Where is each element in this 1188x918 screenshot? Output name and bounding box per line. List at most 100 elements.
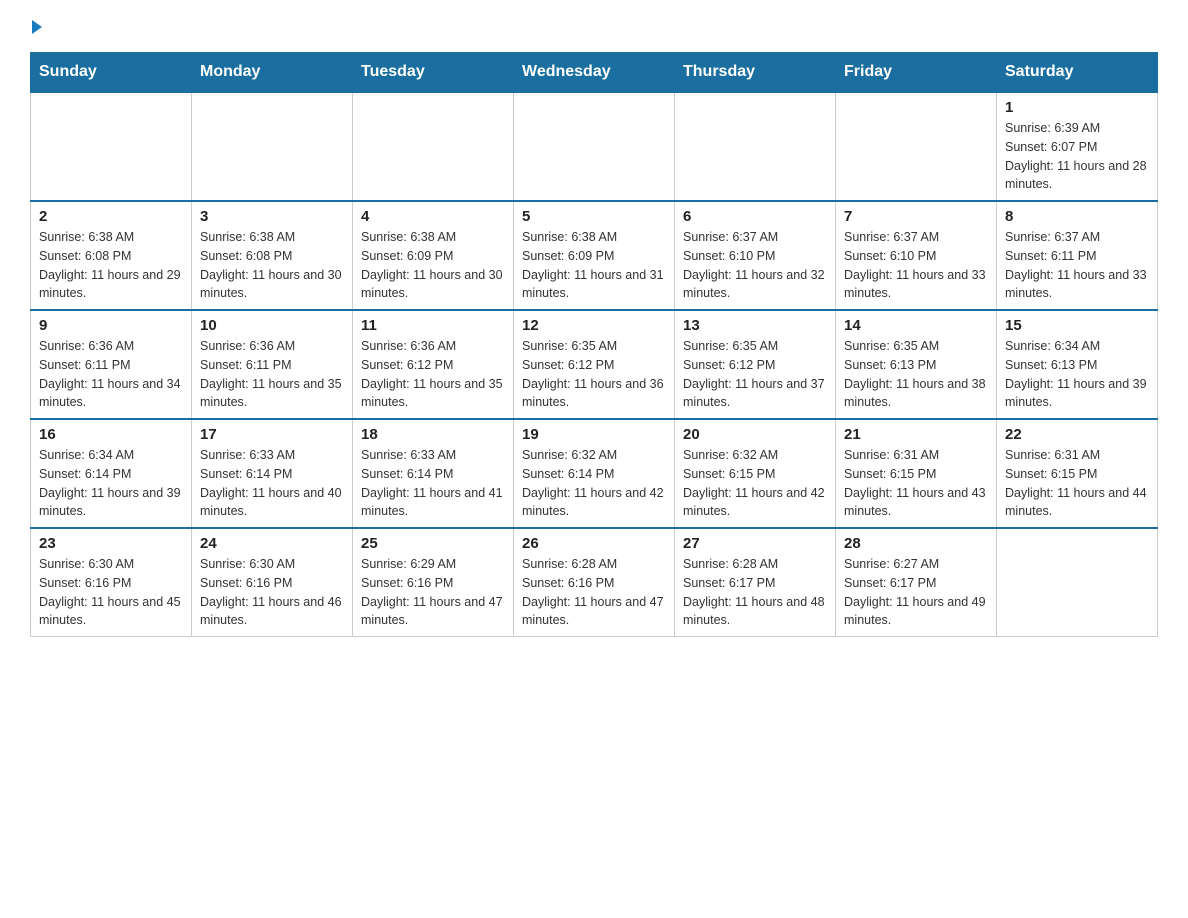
calendar-cell: 25 Sunrise: 6:29 AMSunset: 6:16 PMDayligh… [353, 528, 514, 637]
calendar-cell: 5 Sunrise: 6:38 AMSunset: 6:09 PMDaylight… [514, 201, 675, 310]
day-number: 2 [39, 208, 183, 225]
day-number: 19 [522, 426, 666, 443]
calendar-table: SundayMondayTuesdayWednesdayThursdayFrid… [30, 52, 1158, 637]
day-info: Sunrise: 6:35 AMSunset: 6:12 PMDaylight:… [522, 337, 666, 412]
day-info: Sunrise: 6:30 AMSunset: 6:16 PMDaylight:… [200, 555, 344, 630]
calendar-cell: 26 Sunrise: 6:28 AMSunset: 6:16 PMDayligh… [514, 528, 675, 637]
day-info: Sunrise: 6:34 AMSunset: 6:14 PMDaylight:… [39, 446, 183, 521]
calendar-cell: 12 Sunrise: 6:35 AMSunset: 6:12 PMDayligh… [514, 310, 675, 419]
day-number: 12 [522, 317, 666, 334]
calendar-week-row: 16 Sunrise: 6:34 AMSunset: 6:14 PMDayligh… [31, 419, 1158, 528]
day-number: 24 [200, 535, 344, 552]
calendar-cell: 10 Sunrise: 6:36 AMSunset: 6:11 PMDayligh… [192, 310, 353, 419]
calendar-cell: 13 Sunrise: 6:35 AMSunset: 6:12 PMDayligh… [675, 310, 836, 419]
day-info: Sunrise: 6:38 AMSunset: 6:08 PMDaylight:… [200, 228, 344, 303]
day-number: 3 [200, 208, 344, 225]
day-info: Sunrise: 6:35 AMSunset: 6:13 PMDaylight:… [844, 337, 988, 412]
column-header-wednesday: Wednesday [514, 53, 675, 93]
calendar-cell: 3 Sunrise: 6:38 AMSunset: 6:08 PMDaylight… [192, 201, 353, 310]
day-info: Sunrise: 6:28 AMSunset: 6:16 PMDaylight:… [522, 555, 666, 630]
day-info: Sunrise: 6:29 AMSunset: 6:16 PMDaylight:… [361, 555, 505, 630]
day-info: Sunrise: 6:27 AMSunset: 6:17 PMDaylight:… [844, 555, 988, 630]
day-number: 11 [361, 317, 505, 334]
calendar-header-row: SundayMondayTuesdayWednesdayThursdayFrid… [31, 53, 1158, 93]
calendar-cell [31, 92, 192, 201]
day-number: 8 [1005, 208, 1149, 225]
calendar-cell: 28 Sunrise: 6:27 AMSunset: 6:17 PMDayligh… [836, 528, 997, 637]
calendar-cell: 18Sunrise: 6:33 AMSunset: 6:14 PMDayligh… [353, 419, 514, 528]
calendar-cell [675, 92, 836, 201]
calendar-cell: 17 Sunrise: 6:33 AMSunset: 6:14 PMDayligh… [192, 419, 353, 528]
calendar-cell [836, 92, 997, 201]
day-number: 4 [361, 208, 505, 225]
day-info: Sunrise: 6:36 AMSunset: 6:12 PMDaylight:… [361, 337, 505, 412]
calendar-cell: 7 Sunrise: 6:37 AMSunset: 6:10 PMDaylight… [836, 201, 997, 310]
calendar-cell: 21 Sunrise: 6:31 AMSunset: 6:15 PMDayligh… [836, 419, 997, 528]
day-number: 17 [200, 426, 344, 443]
calendar-cell: 24 Sunrise: 6:30 AMSunset: 6:16 PMDayligh… [192, 528, 353, 637]
day-info: Sunrise: 6:30 AMSunset: 6:16 PMDaylight:… [39, 555, 183, 630]
day-info: Sunrise: 6:32 AMSunset: 6:14 PMDaylight:… [522, 446, 666, 521]
day-number: 28 [844, 535, 988, 552]
day-number: 6 [683, 208, 827, 225]
day-number: 10 [200, 317, 344, 334]
day-number: 25 [361, 535, 505, 552]
page-header [30, 20, 1158, 42]
calendar-cell [192, 92, 353, 201]
day-info: Sunrise: 6:33 AMSunset: 6:14 PMDaylight:… [361, 446, 505, 521]
day-number: 5 [522, 208, 666, 225]
day-info: Sunrise: 6:28 AMSunset: 6:17 PMDaylight:… [683, 555, 827, 630]
day-number: 1 [1005, 99, 1149, 116]
calendar-cell: 15Sunrise: 6:34 AMSunset: 6:13 PMDayligh… [997, 310, 1158, 419]
day-info: Sunrise: 6:39 AMSunset: 6:07 PMDaylight:… [1005, 119, 1149, 194]
day-number: 20 [683, 426, 827, 443]
day-number: 21 [844, 426, 988, 443]
calendar-cell: 22 Sunrise: 6:31 AMSunset: 6:15 PMDayligh… [997, 419, 1158, 528]
day-number: 22 [1005, 426, 1149, 443]
day-info: Sunrise: 6:35 AMSunset: 6:12 PMDaylight:… [683, 337, 827, 412]
calendar-week-row: 9 Sunrise: 6:36 AMSunset: 6:11 PMDaylight… [31, 310, 1158, 419]
calendar-cell: 23 Sunrise: 6:30 AMSunset: 6:16 PMDayligh… [31, 528, 192, 637]
logo [30, 20, 42, 42]
day-number: 13 [683, 317, 827, 334]
day-info: Sunrise: 6:31 AMSunset: 6:15 PMDaylight:… [1005, 446, 1149, 521]
day-info: Sunrise: 6:34 AMSunset: 6:13 PMDaylight:… [1005, 337, 1149, 412]
calendar-cell [514, 92, 675, 201]
day-info: Sunrise: 6:33 AMSunset: 6:14 PMDaylight:… [200, 446, 344, 521]
calendar-week-row: 2 Sunrise: 6:38 AMSunset: 6:08 PMDaylight… [31, 201, 1158, 310]
column-header-monday: Monday [192, 53, 353, 93]
column-header-sunday: Sunday [31, 53, 192, 93]
day-info: Sunrise: 6:37 AMSunset: 6:11 PMDaylight:… [1005, 228, 1149, 303]
calendar-cell: 20 Sunrise: 6:32 AMSunset: 6:15 PMDayligh… [675, 419, 836, 528]
calendar-week-row: 23 Sunrise: 6:30 AMSunset: 6:16 PMDayligh… [31, 528, 1158, 637]
day-info: Sunrise: 6:38 AMSunset: 6:08 PMDaylight:… [39, 228, 183, 303]
day-number: 23 [39, 535, 183, 552]
calendar-cell: 27 Sunrise: 6:28 AMSunset: 6:17 PMDayligh… [675, 528, 836, 637]
day-number: 27 [683, 535, 827, 552]
day-info: Sunrise: 6:38 AMSunset: 6:09 PMDaylight:… [522, 228, 666, 303]
calendar-cell: 6 Sunrise: 6:37 AMSunset: 6:10 PMDaylight… [675, 201, 836, 310]
column-header-tuesday: Tuesday [353, 53, 514, 93]
day-info: Sunrise: 6:37 AMSunset: 6:10 PMDaylight:… [844, 228, 988, 303]
day-number: 16 [39, 426, 183, 443]
day-number: 9 [39, 317, 183, 334]
logo-arrow-icon [32, 20, 42, 34]
calendar-cell: 2 Sunrise: 6:38 AMSunset: 6:08 PMDaylight… [31, 201, 192, 310]
column-header-saturday: Saturday [997, 53, 1158, 93]
day-info: Sunrise: 6:36 AMSunset: 6:11 PMDaylight:… [200, 337, 344, 412]
calendar-cell: 9 Sunrise: 6:36 AMSunset: 6:11 PMDaylight… [31, 310, 192, 419]
calendar-cell: 19 Sunrise: 6:32 AMSunset: 6:14 PMDayligh… [514, 419, 675, 528]
calendar-cell: 4Sunrise: 6:38 AMSunset: 6:09 PMDaylight… [353, 201, 514, 310]
day-number: 14 [844, 317, 988, 334]
calendar-cell: 16 Sunrise: 6:34 AMSunset: 6:14 PMDayligh… [31, 419, 192, 528]
day-info: Sunrise: 6:36 AMSunset: 6:11 PMDaylight:… [39, 337, 183, 412]
day-number: 26 [522, 535, 666, 552]
calendar-cell [353, 92, 514, 201]
calendar-week-row: 1 Sunrise: 6:39 AMSunset: 6:07 PMDaylight… [31, 92, 1158, 201]
column-header-thursday: Thursday [675, 53, 836, 93]
day-info: Sunrise: 6:37 AMSunset: 6:10 PMDaylight:… [683, 228, 827, 303]
day-info: Sunrise: 6:31 AMSunset: 6:15 PMDaylight:… [844, 446, 988, 521]
calendar-cell: 11 Sunrise: 6:36 AMSunset: 6:12 PMDayligh… [353, 310, 514, 419]
day-info: Sunrise: 6:32 AMSunset: 6:15 PMDaylight:… [683, 446, 827, 521]
day-number: 7 [844, 208, 988, 225]
